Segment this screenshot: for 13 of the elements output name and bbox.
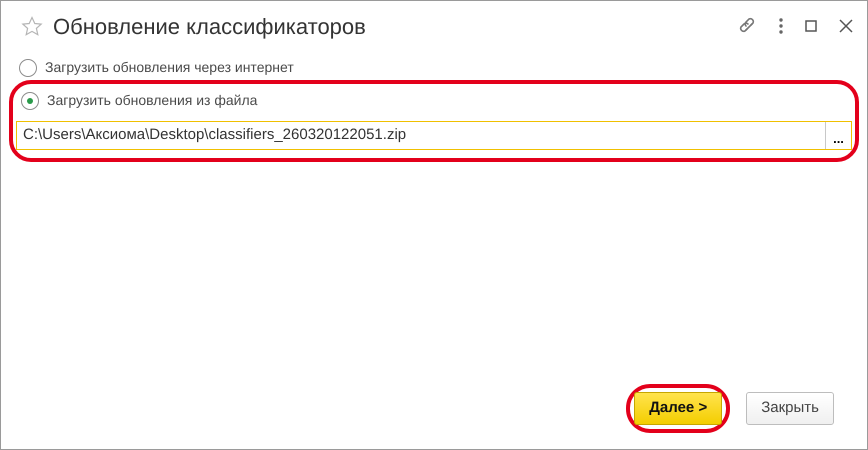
window-title: Обновление классификаторов <box>53 12 366 41</box>
file-path-field[interactable]: C:\Users\Аксиома\Desktop\classifiers_260320122051.zip ... <box>16 121 852 150</box>
close-button[interactable]: Закрыть <box>746 392 834 425</box>
link-icon[interactable] <box>739 17 757 35</box>
star-icon[interactable] <box>21 16 43 36</box>
radio-label: Загрузить обновления из файла <box>47 91 258 110</box>
radio-button[interactable] <box>19 58 37 76</box>
more-icon[interactable] <box>779 18 783 34</box>
next-button[interactable]: Далее > <box>634 392 722 425</box>
radio-button[interactable] <box>21 92 39 110</box>
close-icon[interactable] <box>839 19 853 33</box>
radio-label: Загрузить обновления через интернет <box>45 58 294 77</box>
maximize-icon[interactable] <box>805 20 817 32</box>
